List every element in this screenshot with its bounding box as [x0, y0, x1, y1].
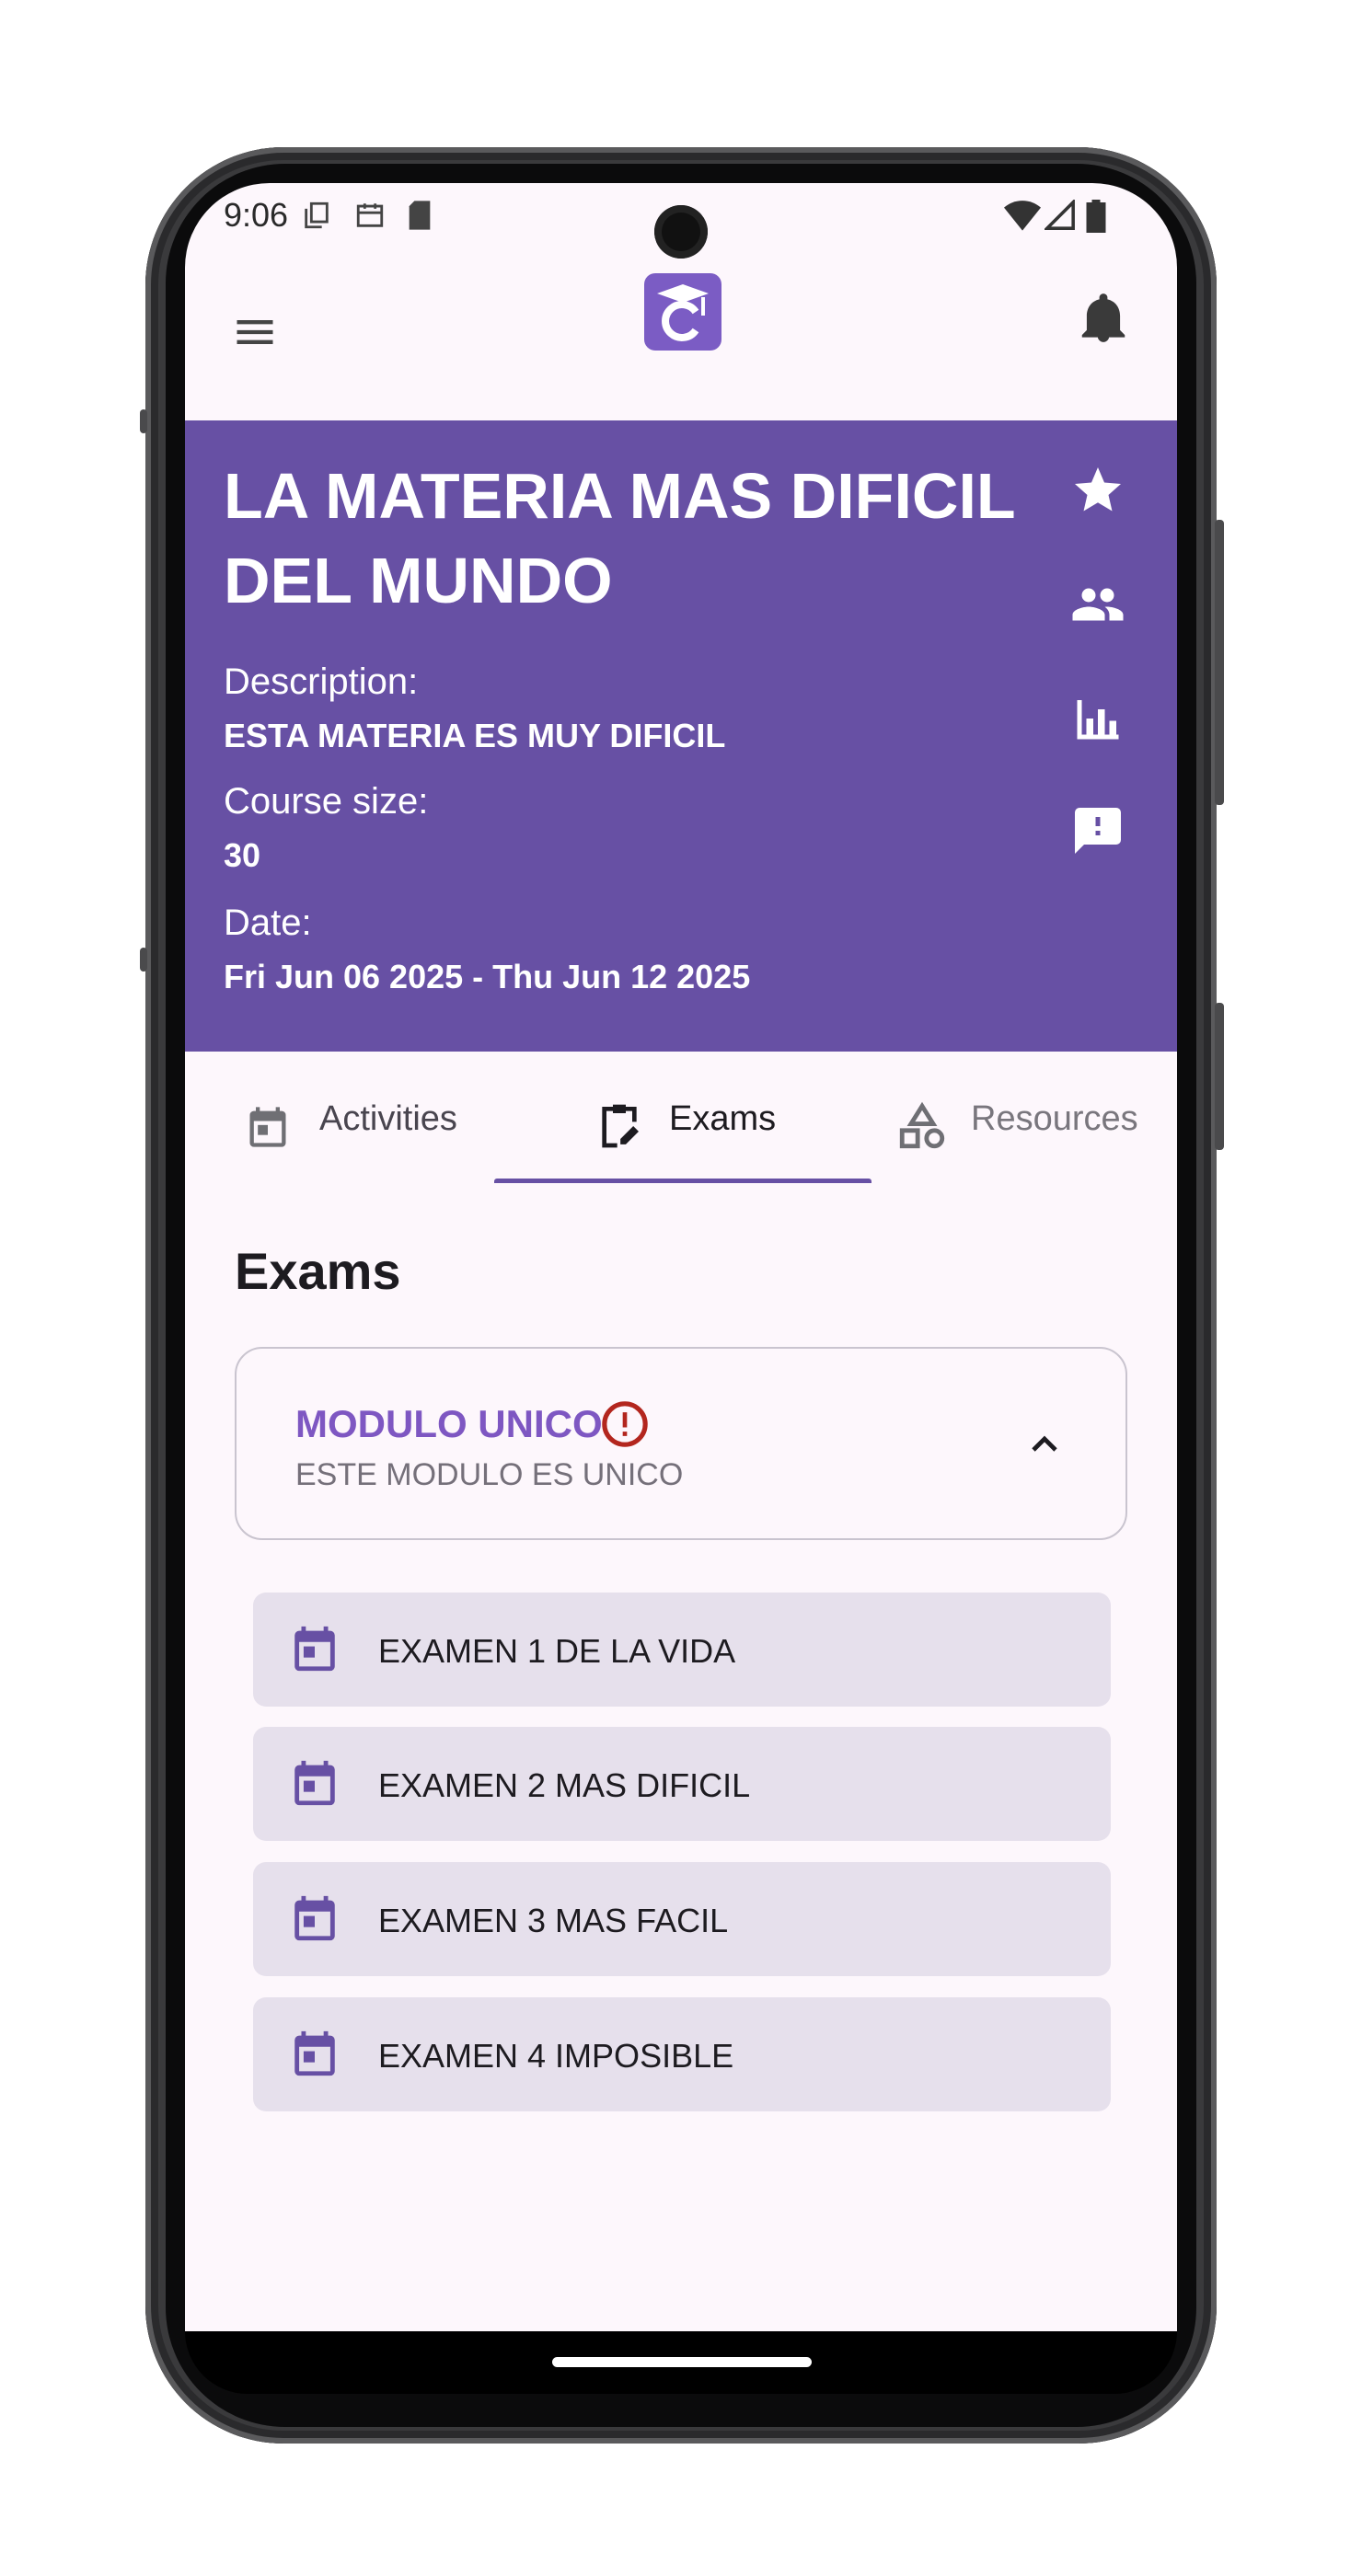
wifi-icon	[1004, 201, 1041, 231]
notifications-bell-icon[interactable]	[1075, 290, 1132, 347]
graduation-cap-icon	[657, 284, 709, 341]
tab-bar: Activities Exams Resources	[185, 1052, 1177, 1188]
module-title: MODULO UNICO	[295, 1402, 603, 1445]
home-indicator[interactable]	[552, 2357, 812, 2367]
bar-chart-icon[interactable]	[1070, 691, 1125, 746]
exam-label: EXAMEN 4 IMPOSIBLE	[378, 2037, 734, 2075]
course-size-value: 30	[224, 836, 261, 874]
calendar-icon	[294, 2030, 335, 2076]
description-label: Description:	[224, 661, 419, 702]
app-screen: 9:06 LA MATERIA MAS DIFICIL DEL MUNDO De…	[185, 183, 1177, 2331]
course-title: LA MATERIA MAS DIFICIL DEL MUNDO	[224, 460, 1015, 616]
date-value: Fri Jun 06 2025 - Thu Jun 12 2025	[224, 958, 751, 995]
exam-item[interactable]: EXAMEN 3 MAS FACIL	[253, 1862, 1111, 1976]
tab-exams-label: Exams	[669, 1099, 777, 1138]
module-subtitle: ESTE MODULO ES UNICO	[295, 1457, 684, 1492]
exam-label: EXAMEN 3 MAS FACIL	[378, 1902, 729, 1939]
description-value: ESTA MATERIA ES MUY DIFICIL	[224, 717, 726, 754]
tab-resources[interactable]: Resources	[871, 1052, 1177, 1188]
front-camera	[654, 205, 708, 259]
exam-item[interactable]: EXAMEN 1 DE LA VIDA	[253, 1593, 1111, 1707]
chevron-up-icon[interactable]	[1022, 1422, 1067, 1466]
shapes-icon	[899, 1101, 945, 1149]
feedback-icon[interactable]	[1070, 803, 1125, 858]
battery-icon	[1086, 200, 1106, 233]
tab-activities-label: Activities	[319, 1099, 457, 1138]
tab-activities[interactable]: Activities	[185, 1052, 494, 1188]
calendar-icon	[294, 1895, 335, 1941]
app-logo[interactable]	[644, 273, 721, 351]
sd-card-icon	[409, 201, 431, 230]
tab-indicator	[494, 1179, 871, 1183]
exam-item[interactable]: EXAMEN 4 IMPOSIBLE	[253, 1997, 1111, 2111]
notification-copy-icon	[305, 201, 329, 229]
course-header: LA MATERIA MAS DIFICIL DEL MUNDO Descrip…	[185, 420, 1177, 1052]
section-title: Exams	[235, 1242, 401, 1300]
power-button	[1215, 1003, 1224, 1150]
star-icon[interactable]	[1070, 463, 1125, 518]
side-marker-top	[140, 409, 147, 433]
clipboard-edit-icon	[602, 1104, 639, 1148]
course-size-label: Course size:	[224, 781, 429, 822]
exam-label: EXAMEN 2 MAS DIFICIL	[378, 1766, 751, 1804]
calendar-icon	[294, 1760, 335, 1806]
module-card[interactable]: MODULO UNICO ESTE MODULO ES UNICO	[235, 1347, 1127, 1540]
calendar-icon	[249, 1107, 286, 1147]
volume-button	[1215, 520, 1224, 805]
cell-signal-icon	[1045, 200, 1075, 230]
date-label: Date:	[224, 903, 312, 943]
people-icon[interactable]	[1070, 577, 1125, 632]
calendar-icon	[294, 1626, 335, 1672]
tab-exams[interactable]: Exams	[494, 1052, 871, 1188]
exam-item[interactable]: EXAMEN 2 MAS DIFICIL	[253, 1727, 1111, 1841]
exam-label: EXAMEN 1 DE LA VIDA	[378, 1632, 736, 1670]
alert-circle-icon	[602, 1401, 648, 1447]
notification-calendar-icon	[356, 203, 384, 227]
side-marker-bottom	[140, 948, 147, 972]
tab-resources-label: Resources	[971, 1099, 1138, 1138]
menu-icon[interactable]	[231, 308, 279, 356]
status-time: 9:06	[224, 196, 289, 234]
